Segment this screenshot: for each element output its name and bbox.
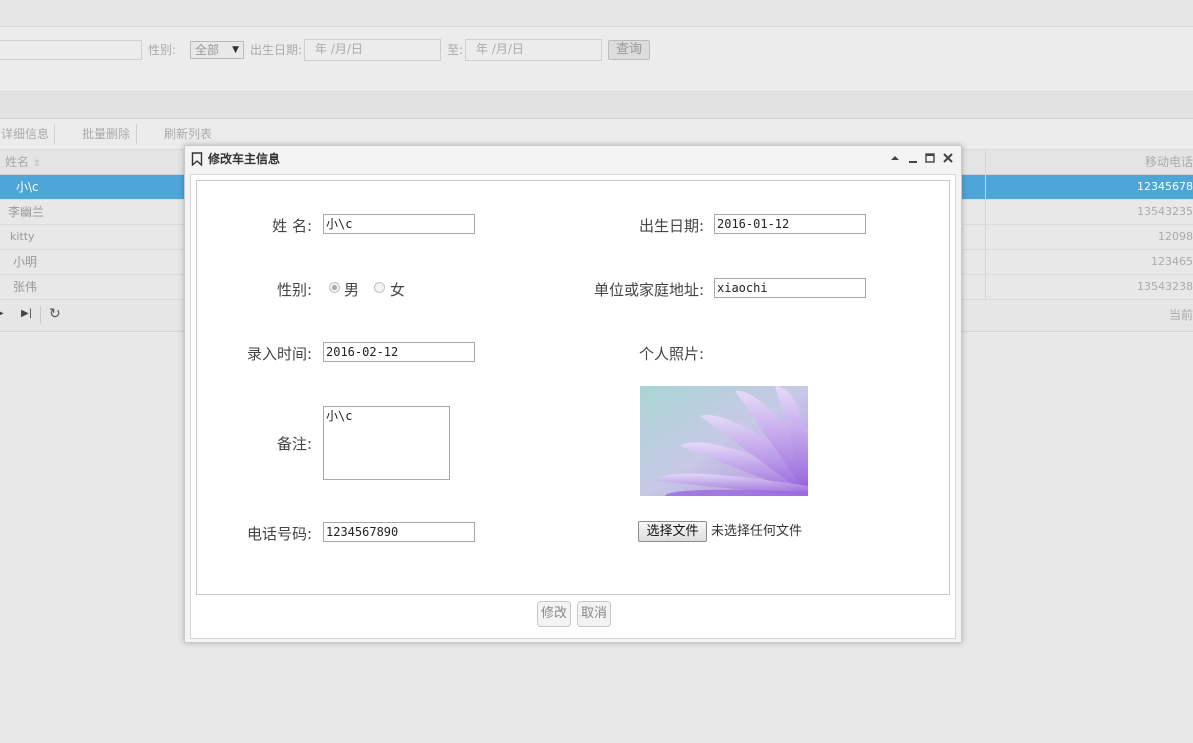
- to-label: 至:: [447, 43, 464, 57]
- row-name: kitty: [10, 230, 35, 243]
- row-phone: 123465: [1151, 255, 1193, 268]
- gender-male-label: 男: [344, 281, 360, 299]
- sort-icon: ⇕: [32, 159, 41, 169]
- dialog-body: 姓 名: 小\c 出生日期: 2016-01-12 性别: 男 女 单位或家庭地…: [190, 174, 956, 639]
- row-name: 小\c: [16, 180, 39, 194]
- gender-female-label: 女: [390, 281, 406, 299]
- name-label: 姓 名:: [272, 217, 312, 235]
- profile-photo: [640, 386, 808, 496]
- date-from-input[interactable]: 年 /月/日: [304, 39, 441, 61]
- birth-date-label: 出生日期:: [638, 217, 704, 235]
- column-divider: [985, 150, 986, 300]
- detail-info-button[interactable]: 详细信息: [1, 119, 49, 149]
- pager-divider: [40, 306, 41, 324]
- toolbar-divider: [136, 124, 137, 144]
- search-bar: 性别: 全部 ▼ 出生日期: 年 /月/日 至: 年 /月/日 查询: [0, 27, 1193, 92]
- remark-textarea[interactable]: 小\c: [323, 406, 450, 480]
- column-header-name-label: 姓名: [5, 155, 30, 169]
- entry-time-label: 录入时间:: [246, 345, 312, 363]
- choose-file-button[interactable]: 选择文件: [638, 521, 707, 542]
- cancel-button[interactable]: 取消: [577, 601, 611, 627]
- gender-female-radio[interactable]: [374, 282, 385, 293]
- modify-button[interactable]: 修改: [537, 601, 571, 627]
- toolbar-divider: [54, 124, 55, 144]
- gender-filter-select[interactable]: 全部 ▼: [190, 41, 244, 59]
- refresh-icon[interactable]: ↻: [49, 306, 61, 322]
- top-bar: [0, 0, 1193, 27]
- gender-male-radio[interactable]: [329, 282, 340, 293]
- birth-date-field[interactable]: 2016-01-12: [714, 214, 866, 234]
- minimize-icon[interactable]: [906, 151, 920, 165]
- gender-label: 性别:: [276, 281, 312, 299]
- close-icon[interactable]: [941, 151, 955, 165]
- batch-delete-button[interactable]: 批量删除: [82, 119, 130, 149]
- query-button[interactable]: 查询: [608, 40, 650, 60]
- gender-filter-value: 全部: [195, 43, 220, 57]
- row-phone: 13543238: [1137, 280, 1193, 293]
- collapse-icon[interactable]: [888, 151, 902, 165]
- dialog-header: 修改车主信息: [185, 146, 961, 172]
- address-label: 单位或家庭地址:: [593, 281, 704, 299]
- dropdown-arrow-icon: ▼: [232, 45, 239, 55]
- dialog-title: 修改车主信息: [208, 152, 281, 166]
- date-to-input[interactable]: 年 /月/日: [465, 39, 602, 61]
- owner-form: 姓 名: 小\c 出生日期: 2016-01-12 性别: 男 女 单位或家庭地…: [196, 180, 950, 595]
- address-field[interactable]: xiaochi: [714, 278, 866, 298]
- list-panel-header: [0, 92, 1193, 119]
- row-phone: 12098: [1158, 230, 1193, 243]
- row-phone: 12345678: [1137, 180, 1193, 193]
- row-phone: 13543235: [1137, 205, 1193, 218]
- row-name: 张伟: [13, 280, 38, 294]
- edit-owner-dialog: 修改车主信息 姓 名: 小\c 出生日期: 2016-01-12 性别: 男 女…: [184, 145, 962, 643]
- name-field[interactable]: 小\c: [323, 214, 475, 234]
- last-page-icon[interactable]: ▶|: [21, 308, 32, 319]
- row-name: 李幽兰: [8, 205, 45, 219]
- phone-field[interactable]: 1234567890: [323, 522, 475, 542]
- phone-label: 电话号码:: [246, 525, 312, 543]
- row-name: 小明: [13, 255, 38, 269]
- column-header-phone[interactable]: 移动电话: [1145, 150, 1193, 174]
- pager-info: 当前: [1168, 308, 1193, 322]
- maximize-icon[interactable]: [923, 151, 937, 165]
- remark-label: 备注:: [276, 435, 312, 453]
- gender-filter-label: 性别:: [148, 43, 177, 57]
- file-status-text: 未选择任何文件: [711, 524, 803, 539]
- entry-time-field[interactable]: 2016-02-12: [323, 342, 475, 362]
- name-search-input[interactable]: [0, 40, 142, 60]
- next-page-icon[interactable]: ▶: [0, 308, 4, 319]
- photo-label: 个人照片:: [638, 345, 704, 363]
- column-header-name[interactable]: 姓名 ⇕: [5, 150, 40, 174]
- bookmark-icon: [191, 152, 203, 166]
- birth-filter-label: 出生日期:: [250, 43, 303, 57]
